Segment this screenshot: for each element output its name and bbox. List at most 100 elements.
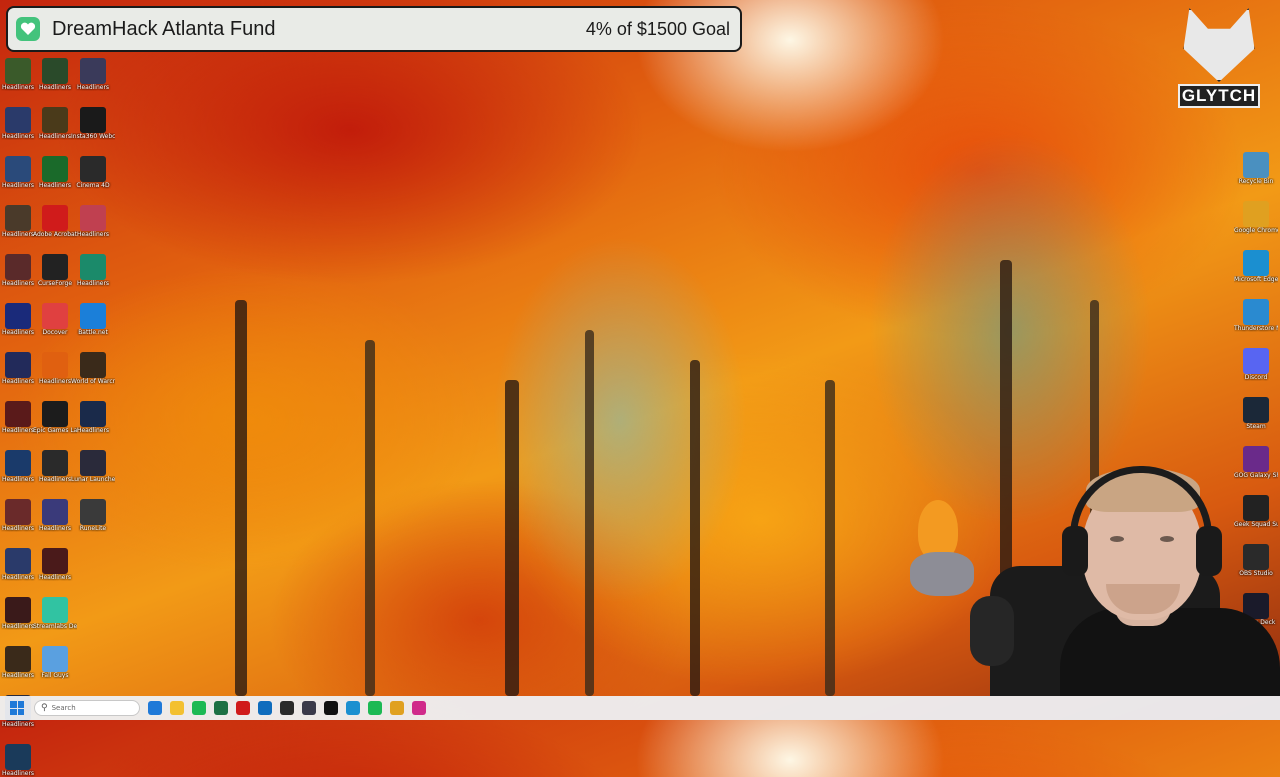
shortcut-icon	[42, 499, 68, 525]
shortcut-icon	[1243, 397, 1269, 423]
grey-plush-toy	[910, 552, 974, 596]
shortcut-icon	[80, 352, 106, 378]
shortcut-icon	[42, 107, 68, 133]
shortcut-label: Discord	[1244, 374, 1268, 381]
search-placeholder: Search	[51, 704, 76, 712]
chrome-app-icon[interactable]	[390, 701, 404, 715]
desktop-shortcut[interactable]: Headliners	[33, 548, 77, 581]
desktop-shortcut[interactable]: Headliners	[0, 744, 40, 777]
terminal-app-icon[interactable]	[280, 701, 294, 715]
shortcut-icon	[42, 597, 68, 623]
desktop-shortcut[interactable]: Headliners	[71, 254, 115, 287]
shortcut-label: Thunderstore Mod Manager	[1234, 325, 1278, 332]
shortcut-icon	[5, 548, 31, 574]
excel-app-icon[interactable]	[214, 701, 228, 715]
shortcut-icon	[80, 401, 106, 427]
shortcut-icon	[42, 254, 68, 280]
desktop-shortcut[interactable]: Headliners	[71, 401, 115, 434]
shortcut-icon	[5, 58, 31, 84]
taskbar: ⚲ Search	[0, 696, 1280, 720]
shortcut-icon	[80, 58, 106, 84]
orange-plush-toy	[918, 500, 958, 560]
goal-title: DreamHack Atlanta Fund	[52, 17, 276, 40]
shortcut-icon	[42, 205, 68, 231]
shortcut-icon	[42, 156, 68, 182]
shortcut-icon	[1243, 152, 1269, 178]
person-shirt	[1060, 608, 1280, 696]
capcut-app-icon[interactable]	[324, 701, 338, 715]
shortcut-icon	[80, 156, 106, 182]
edge-app-icon[interactable]	[346, 701, 360, 715]
desktop-shortcut[interactable]: Google Chrome	[1234, 201, 1278, 234]
shortcut-icon	[5, 303, 31, 329]
shortcut-label: Google Chrome	[1234, 227, 1278, 234]
spotify2-app-icon[interactable]	[368, 701, 382, 715]
desktop-shortcut[interactable]: Headliners	[71, 58, 115, 91]
shortcut-label: Battle.net	[78, 329, 108, 336]
shortcut-icon	[80, 254, 106, 280]
logo-text: GLYTCH	[1178, 84, 1260, 108]
desktop-shortcut[interactable]: Insta360 Webcam	[71, 107, 115, 140]
taskbar-apps	[140, 701, 426, 715]
shortcut-icon	[5, 156, 31, 182]
shortcut-icon	[42, 303, 68, 329]
desktop-shortcut[interactable]: Cinema 4D	[71, 156, 115, 189]
shortcut-label: World of Warcraft	[71, 378, 115, 385]
desktop-shortcut[interactable]: World of Warcraft	[71, 352, 115, 385]
cortana-app-icon[interactable]	[148, 701, 162, 715]
tree-trunk	[825, 380, 835, 696]
shortcut-label: Headliners	[38, 574, 72, 581]
shortcut-label: Headliners	[1, 770, 35, 777]
shortcut-icon	[5, 401, 31, 427]
shortcut-icon	[5, 597, 31, 623]
shortcut-label: Insta360 Webcam	[71, 133, 115, 140]
desktop-shortcut[interactable]: RuneLite	[71, 499, 115, 532]
shortcut-label: Steam	[1246, 423, 1266, 430]
shortcut-label: RuneLite	[79, 525, 107, 532]
acrobat-app-icon[interactable]	[236, 701, 250, 715]
fox-mascot-icon	[1183, 8, 1255, 82]
explorer-app-icon[interactable]	[170, 701, 184, 715]
shortcut-icon	[42, 401, 68, 427]
tree-trunk	[505, 380, 519, 696]
glytch-logo: GLYTCH	[1178, 8, 1260, 112]
shortcut-label: Headliners	[1, 721, 35, 728]
desktop-shortcut[interactable]: Recycle Bin	[1234, 152, 1278, 185]
shortcut-icon	[5, 107, 31, 133]
spotify-app-icon[interactable]	[192, 701, 206, 715]
webcam-feed	[910, 456, 1280, 696]
shortcut-icon	[42, 352, 68, 378]
shortcut-label: Headliners	[76, 231, 110, 238]
desktop-shortcut[interactable]: Discord	[1234, 348, 1278, 381]
desktop-shortcut[interactable]: Microsoft Edge	[1234, 250, 1278, 283]
shortcut-icon	[1243, 348, 1269, 374]
shortcut-icon	[5, 205, 31, 231]
shortcut-icon	[42, 548, 68, 574]
donation-goal-banner: DreamHack Atlanta Fund 4% of $1500 Goal	[6, 6, 742, 52]
desktop-shortcut[interactable]: Streamlabs Desktop	[33, 597, 77, 630]
desktop-shortcut[interactable]: Fall Guys	[33, 646, 77, 679]
tree-trunk	[585, 330, 594, 696]
shortcut-icon	[5, 646, 31, 672]
outlook-app-icon[interactable]	[258, 701, 272, 715]
shortcut-label: Headliners	[76, 84, 110, 91]
shortcut-icon	[80, 499, 106, 525]
desktop-shortcut[interactable]: Thunderstore Mod Manager	[1234, 299, 1278, 332]
desktop-shortcut[interactable]: Steam	[1234, 397, 1278, 430]
streamlabs-heart-icon	[16, 17, 40, 41]
davinci-app-icon[interactable]	[302, 701, 316, 715]
headset-earcup	[1062, 526, 1088, 576]
taskbar-search[interactable]: ⚲ Search	[34, 700, 140, 716]
shortcut-label: Microsoft Edge	[1234, 276, 1278, 283]
desktop-shortcut[interactable]: Headliners	[71, 205, 115, 238]
desktop-shortcut[interactable]: Lunar Launcher	[71, 450, 115, 483]
start-button[interactable]	[10, 701, 24, 715]
microphone	[970, 596, 1014, 666]
shortcut-icon	[80, 450, 106, 476]
shortcut-label: Cinema 4D	[76, 182, 110, 189]
streamlabs-app-icon[interactable]	[412, 701, 426, 715]
shortcut-label: Headliners	[76, 427, 110, 434]
shortcut-icon	[5, 744, 31, 770]
shortcut-icon	[80, 107, 106, 133]
desktop-shortcut[interactable]: Battle.net	[71, 303, 115, 336]
